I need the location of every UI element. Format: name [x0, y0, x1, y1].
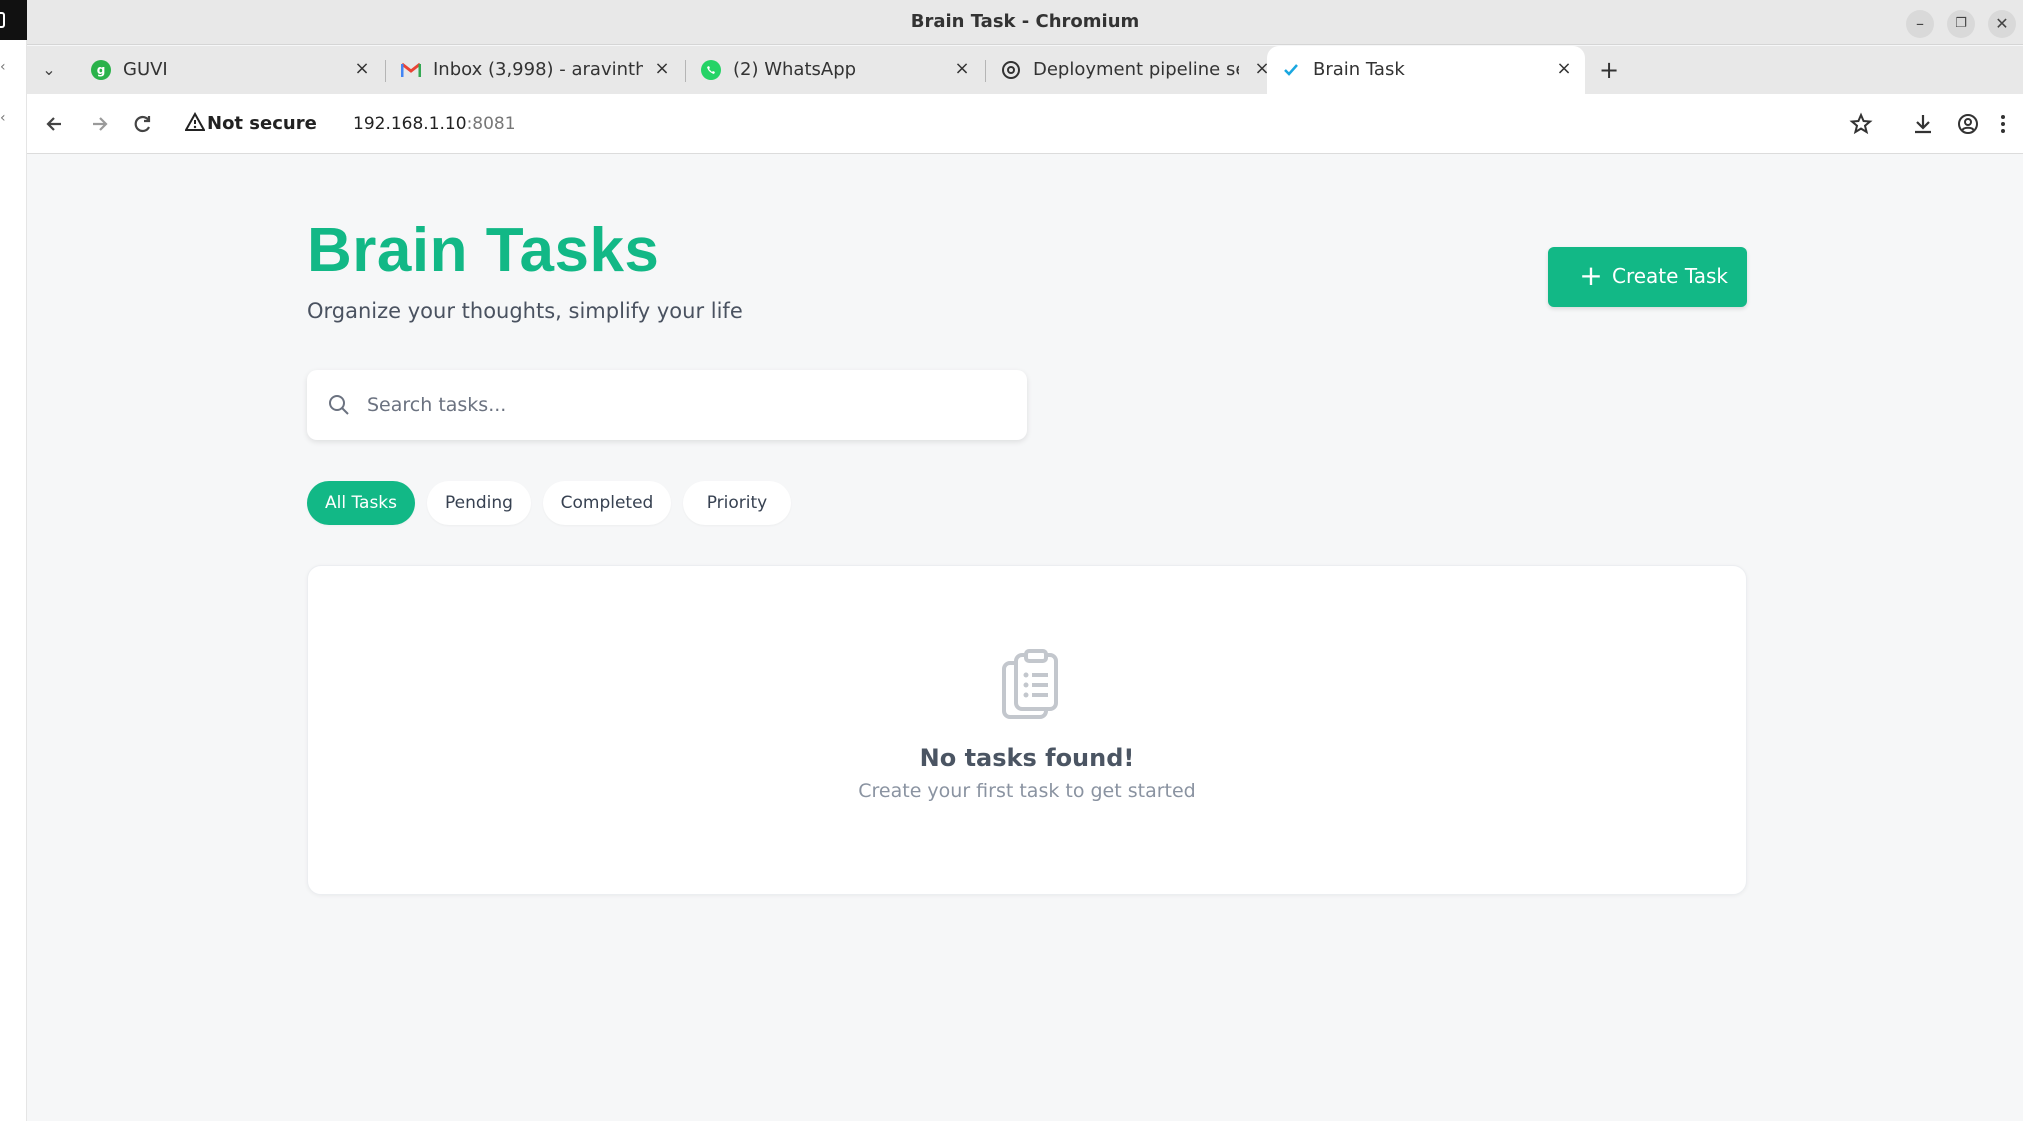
- create-task-button[interactable]: + Create Task: [1548, 247, 1747, 307]
- page-subtitle: Organize your thoughts, simplify your li…: [307, 299, 743, 323]
- reload-icon: [134, 115, 151, 133]
- tab-divider: [985, 60, 986, 82]
- tab-whatsapp[interactable]: (2) WhatsApp ×: [687, 46, 983, 94]
- url-text[interactable]: 192.168.1.10:8081: [353, 114, 516, 134]
- arrow-left-icon: [46, 117, 61, 131]
- close-window-button[interactable]: ✕: [1988, 10, 2016, 38]
- close-icon[interactable]: ×: [1553, 58, 1575, 80]
- restore-button[interactable]: ❐: [1947, 10, 1975, 38]
- forward-button[interactable]: [83, 108, 115, 140]
- page-content: Brain Tasks Organize your thoughts, simp…: [27, 155, 2023, 1121]
- left-panel-header: [0, 0, 27, 40]
- search-icon: [327, 393, 351, 417]
- check-icon: [1281, 60, 1301, 80]
- tab-deployment[interactable]: Deployment pipeline set ×: [987, 46, 1283, 94]
- bookmark-star-icon[interactable]: [1845, 108, 1877, 140]
- tab-label: Brain Task: [1313, 59, 1405, 80]
- filter-completed[interactable]: Completed: [543, 481, 671, 525]
- tab-brain-task[interactable]: Brain Task ×: [1267, 46, 1585, 94]
- tab-label: Inbox (3,998) - aravinthm: [433, 59, 643, 80]
- clipboard-icon: [998, 649, 1062, 721]
- url-host: 192.168.1.10: [353, 114, 467, 134]
- reload-button[interactable]: [127, 108, 159, 140]
- tab-guvi[interactable]: g GUVI ×: [77, 46, 383, 94]
- empty-state-title: No tasks found!: [919, 744, 1135, 772]
- tab-label: GUVI: [123, 59, 168, 80]
- tab-label: Deployment pipeline set: [1033, 59, 1239, 80]
- create-task-label: Create Task: [1612, 264, 1728, 288]
- whatsapp-icon: [701, 60, 721, 80]
- tab-divider: [385, 60, 386, 82]
- filter-priority[interactable]: Priority: [683, 481, 791, 525]
- filter-all-tasks[interactable]: All Tasks: [307, 481, 415, 525]
- tab-strip: ⌄ g GUVI × Inbox (3,998) - aravinthm × (…: [27, 46, 2023, 94]
- security-indicator[interactable]: Not secure: [207, 113, 317, 134]
- page-title: Brain Tasks: [307, 216, 660, 285]
- window-title: Brain Task - Chromium: [910, 11, 1140, 32]
- guvi-icon: g: [91, 60, 111, 80]
- tab-search-chevron-icon[interactable]: ⌄: [37, 58, 61, 82]
- browser-window: Brain Task - Chromium – ❐ ✕ ⌄ g GUVI × I…: [27, 0, 2023, 1121]
- openai-icon: [1001, 60, 1021, 80]
- close-icon[interactable]: ×: [951, 58, 973, 80]
- plus-icon: +: [1579, 259, 1603, 292]
- title-bar: Brain Task - Chromium – ❐ ✕: [27, 0, 2023, 45]
- url-port: :8081: [466, 114, 516, 134]
- tab-gmail[interactable]: Inbox (3,998) - aravinthm ×: [387, 46, 683, 94]
- new-tab-button[interactable]: +: [1595, 56, 1623, 84]
- chevron-left-icon[interactable]: ‹: [0, 60, 10, 74]
- close-icon[interactable]: ×: [651, 58, 673, 80]
- empty-state-subtitle: Create your first task to get started: [858, 780, 1196, 802]
- arrow-right-icon: [93, 117, 108, 131]
- tab-divider: [685, 60, 686, 82]
- left-panel-strip: ‹ ‹: [0, 0, 27, 1121]
- menu-kebab-icon[interactable]: [1987, 108, 2019, 140]
- close-icon[interactable]: ×: [351, 58, 373, 80]
- browser-toolbar: Not secure 192.168.1.10:8081: [27, 94, 2023, 154]
- download-icon[interactable]: [1907, 108, 1939, 140]
- address-bar[interactable]: Not secure 192.168.1.10:8081: [177, 102, 1897, 146]
- profile-icon[interactable]: [1952, 108, 1984, 140]
- gmail-icon: [400, 62, 422, 78]
- chevron-left-icon[interactable]: ‹: [0, 111, 10, 125]
- search-box[interactable]: [307, 370, 1027, 440]
- tab-label: (2) WhatsApp: [733, 59, 857, 80]
- back-button[interactable]: [39, 108, 71, 140]
- minimize-button[interactable]: –: [1906, 10, 1934, 38]
- warning-icon: [184, 111, 206, 132]
- filter-pending[interactable]: Pending: [427, 481, 531, 525]
- search-input[interactable]: [367, 370, 1007, 440]
- panel-icon: [0, 12, 5, 28]
- empty-state-card: No tasks found! Create your first task t…: [307, 565, 1747, 895]
